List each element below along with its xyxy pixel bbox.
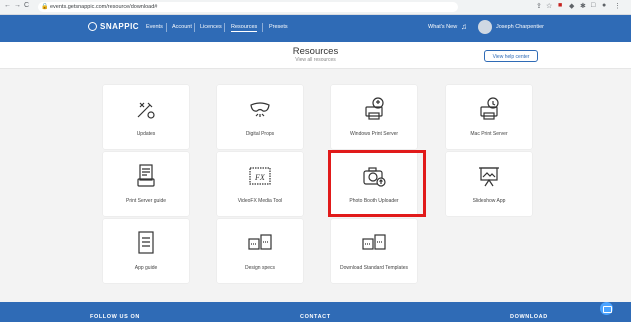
avatar[interactable] [478, 20, 492, 34]
document-icon [103, 229, 189, 257]
footer-download: DOWNLOAD [510, 314, 548, 320]
printer-windows-icon [331, 95, 417, 123]
address-bar[interactable]: 🔒 events.getsnappic.com/resource/downloa… [38, 2, 458, 12]
extension-icon[interactable]: ◆ [569, 2, 574, 10]
profile-icon[interactable]: ● [602, 2, 606, 9]
user-name[interactable]: Joseph Charpentier [496, 24, 544, 30]
browser-toolbar: ← → C 🔒 events.getsnappic.com/resource/d… [0, 0, 631, 15]
footer-follow: FOLLOW US ON [90, 314, 140, 320]
forward-icon[interactable]: → [14, 2, 21, 9]
resource-label: Updates [136, 131, 156, 137]
lock-icon: 🔒 [41, 4, 49, 10]
presentation-icon [446, 162, 532, 190]
nav-events[interactable]: Events [146, 24, 163, 30]
back-icon[interactable]: ← [4, 2, 11, 9]
top-navigation: SNAPPIC Events Account Licences Resource… [0, 15, 631, 42]
resource-card-digital-props[interactable]: Digital Props [217, 85, 303, 149]
sidepanel-icon[interactable]: □ [591, 2, 595, 9]
resource-label: Digital Props [245, 131, 275, 137]
document-printer-icon [103, 162, 189, 190]
resource-card-windows-print-server[interactable]: Windows Print Server [331, 85, 417, 149]
chat-bubble-icon[interactable] [600, 302, 613, 315]
resource-label: Windows Print Server [349, 131, 399, 137]
resource-label: VideoFX Media Tool [237, 198, 283, 204]
svg-text:FX: FX [254, 173, 266, 182]
share-icon[interactable]: ⇪ [536, 2, 542, 10]
extension-red-icon[interactable]: ■ [558, 2, 562, 9]
whats-new-link[interactable]: What's New [428, 24, 457, 30]
url-text: events.getsnappic.com/resource/download# [50, 4, 158, 10]
tools-icon [103, 95, 189, 123]
resource-card-slideshow-app[interactable]: Slideshow App [446, 152, 532, 216]
reload-icon[interactable]: C [24, 2, 29, 9]
resource-label: Design specs [244, 265, 275, 271]
footer-contact: CONTACT [300, 314, 331, 320]
resource-card-app-guide[interactable]: App guide [103, 219, 189, 283]
resource-card-videofx[interactable]: FX VideoFX Media Tool [217, 152, 303, 216]
resource-label: App guide [134, 265, 158, 271]
puzzle-icon[interactable]: ✱ [580, 2, 586, 10]
bookmark-star-icon[interactable]: ☆ [546, 2, 552, 10]
resource-card-updates[interactable]: Updates [103, 85, 189, 149]
menu-icon[interactable]: ⋮ [614, 2, 621, 10]
resource-label: Slideshow App [472, 198, 506, 204]
nav-account[interactable]: Account [172, 24, 192, 30]
resource-label: Print Server guide [125, 198, 167, 204]
resource-card-design-specs[interactable]: Design specs [217, 219, 303, 283]
page-header: Resources View all resources View help c… [0, 42, 631, 69]
nav-divider [166, 23, 167, 32]
dimensions-icon [217, 229, 303, 257]
resource-label: Download Standard Templates [339, 265, 408, 271]
highlight-box [328, 150, 426, 217]
bell-icon[interactable]: ♫ [461, 22, 467, 31]
fx-icon: FX [217, 162, 303, 190]
logo-ring-icon [88, 22, 97, 31]
nav-presets[interactable]: Presets [269, 24, 288, 30]
snappic-logo[interactable]: SNAPPIC [88, 22, 139, 31]
help-center-button[interactable]: View help center [484, 50, 538, 62]
printer-mac-icon [446, 95, 532, 123]
footer: FOLLOW US ON CONTACT DOWNLOAD [0, 302, 631, 322]
resource-card-mac-print-server[interactable]: Mac Print Server [446, 85, 532, 149]
nav-divider [224, 23, 225, 32]
resource-card-templates[interactable]: Download Standard Templates [331, 219, 417, 283]
nav-resources[interactable]: Resources [231, 24, 258, 32]
nav-divider [194, 23, 195, 32]
nav-divider [262, 23, 263, 32]
nav-licences[interactable]: Licences [200, 24, 222, 30]
mask-icon [217, 95, 303, 123]
resource-label: Mac Print Server [470, 131, 508, 137]
resource-card-print-server-guide[interactable]: Print Server guide [103, 152, 189, 216]
templates-icon [331, 229, 417, 257]
